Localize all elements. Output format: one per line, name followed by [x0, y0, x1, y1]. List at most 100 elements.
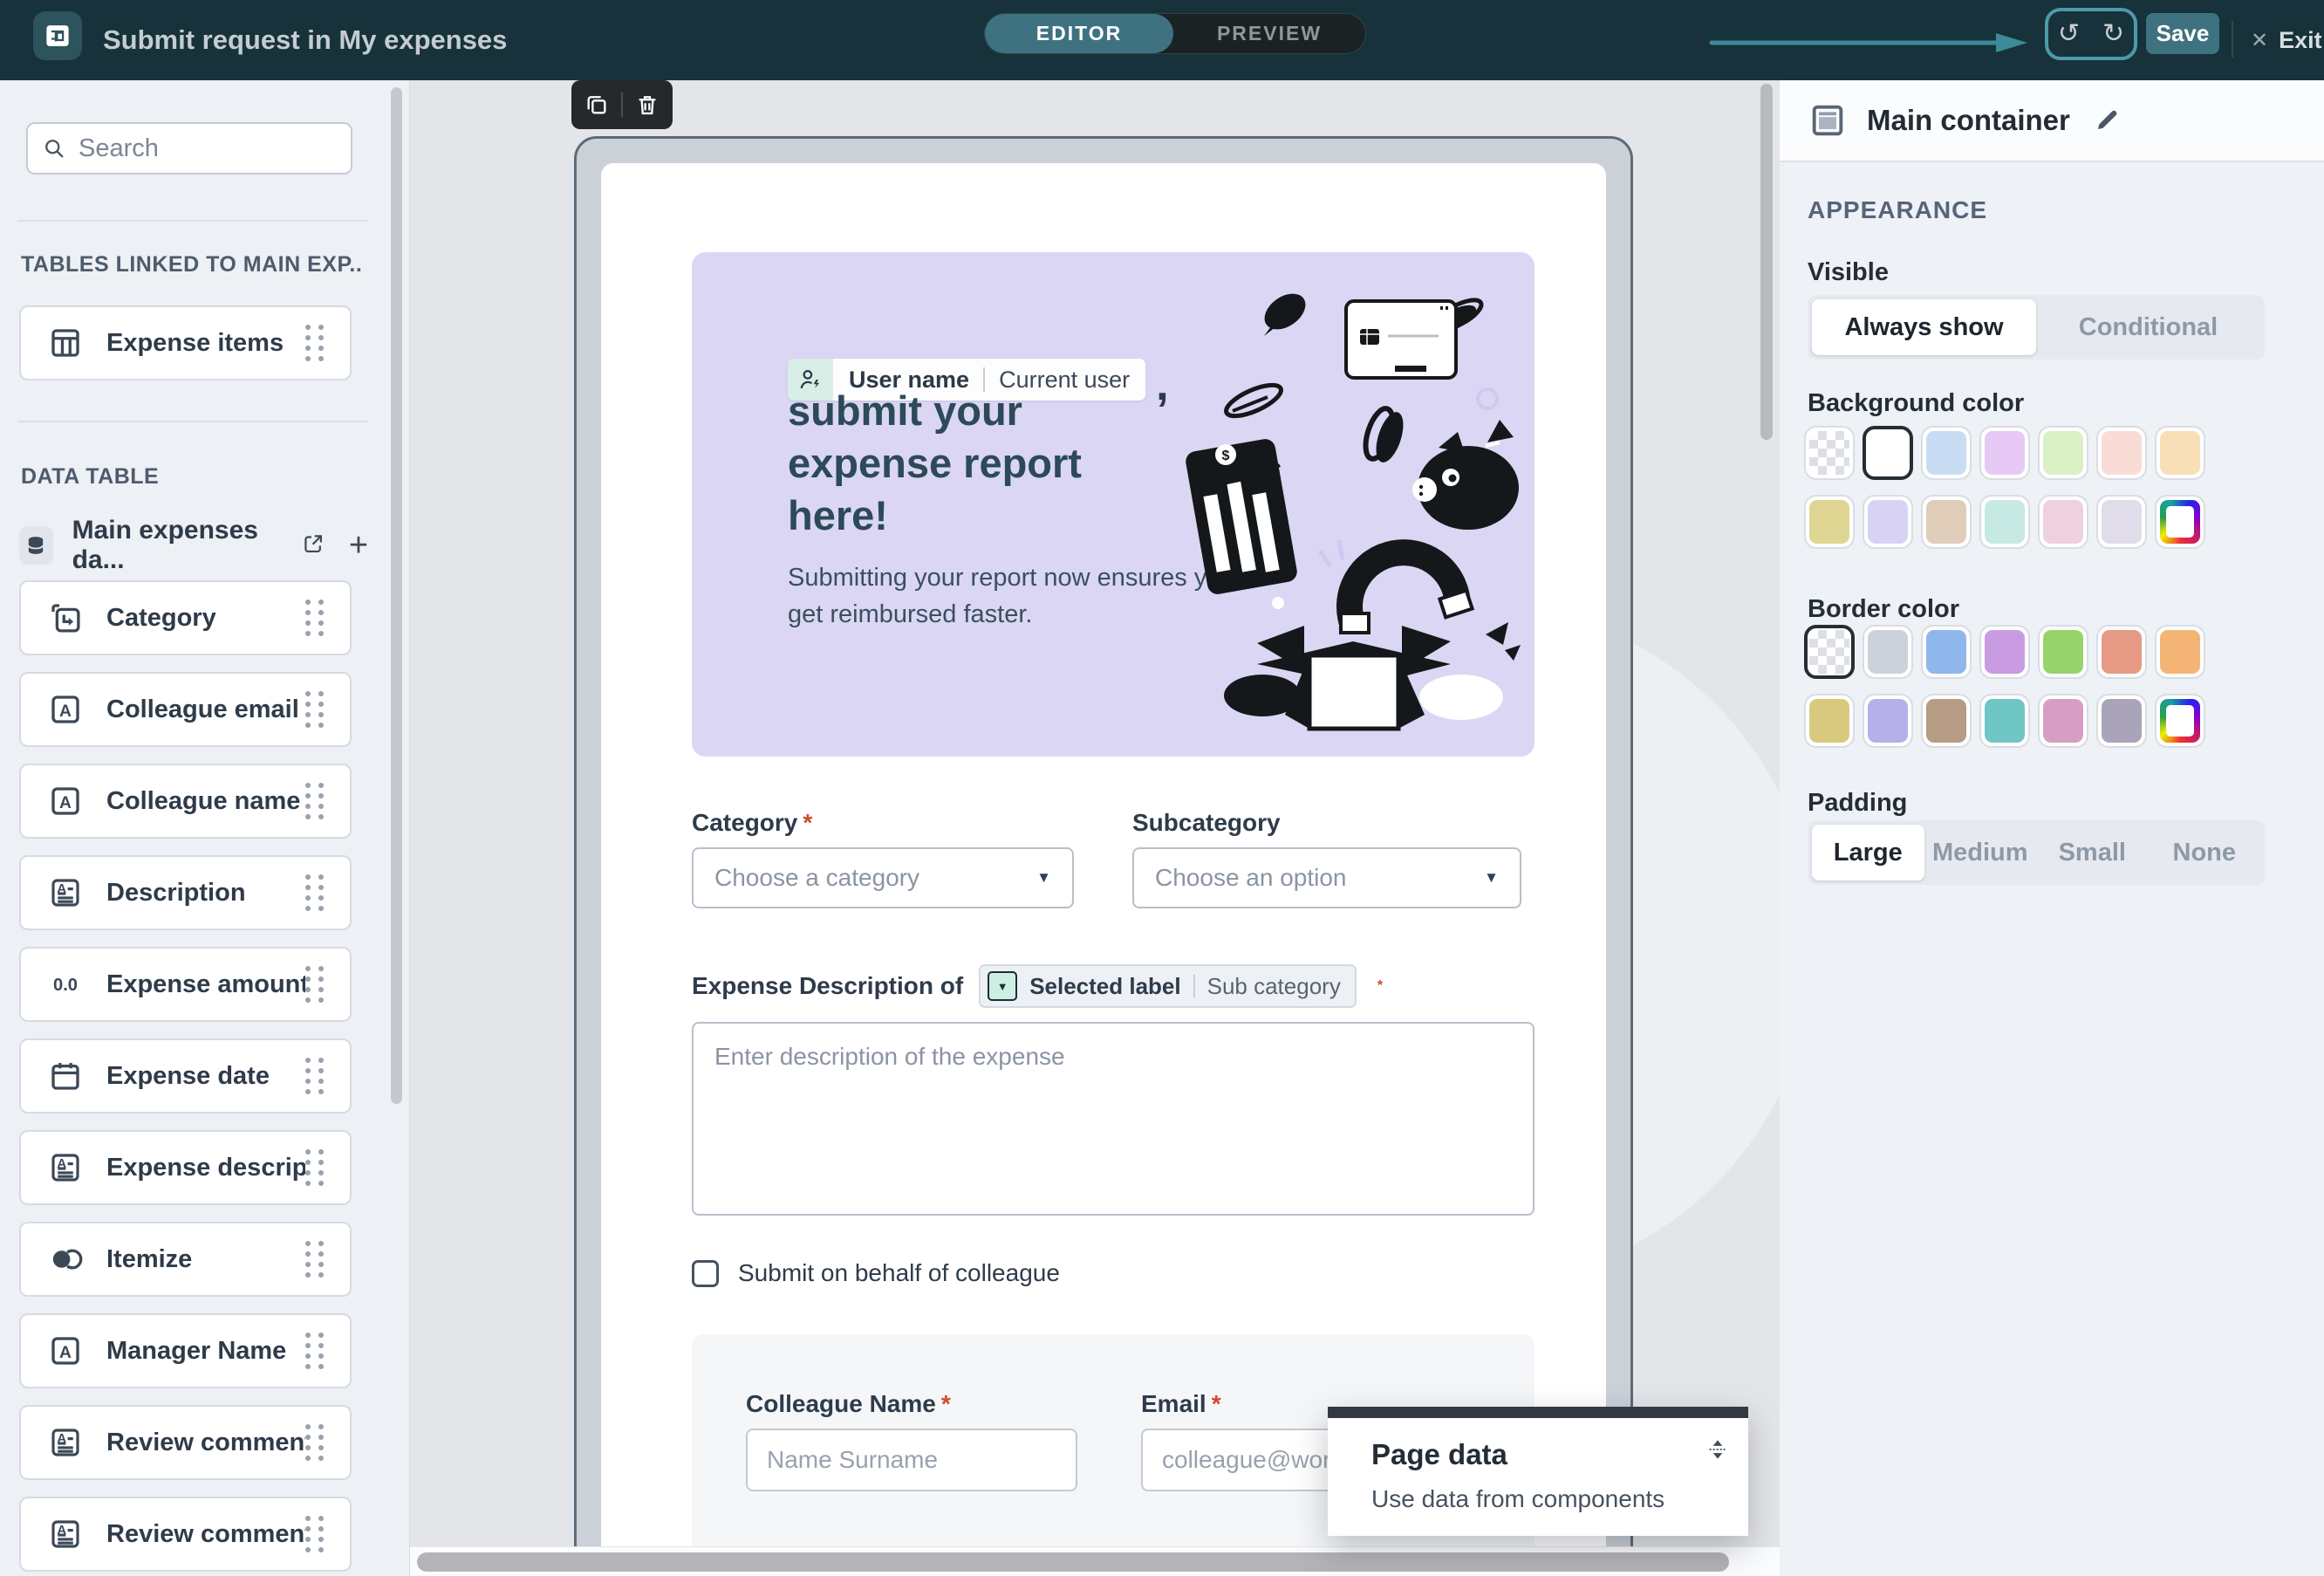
drag-handle-icon[interactable]: [305, 600, 324, 636]
background-swatch-e0dce9[interactable]: [2096, 495, 2147, 549]
border-swatch-custom[interactable]: [2155, 694, 2205, 748]
trash-icon[interactable]: [635, 93, 660, 117]
field-item-review-comment[interactable]: AReview comment...: [19, 1497, 352, 1572]
tab-preview[interactable]: PREVIEW: [1173, 14, 1365, 53]
border-swatch-transparent[interactable]: [1804, 625, 1855, 679]
canvas-horizontal-scrollbar[interactable]: [417, 1552, 1729, 1572]
checkbox[interactable]: [692, 1260, 719, 1287]
external-link-icon[interactable]: [302, 532, 325, 558]
visible-conditional[interactable]: Conditional: [2036, 299, 2260, 355]
element-toolbar: [571, 80, 673, 129]
border-swatch-b5b0ea[interactable]: [1863, 694, 1913, 748]
drag-handle-icon[interactable]: [305, 1333, 324, 1369]
description-textarea[interactable]: Enter description of the expense: [692, 1022, 1535, 1216]
page-data-popover[interactable]: Page data Use data from components: [1328, 1407, 1748, 1536]
behalf-checkbox-row: Submit on behalf of colleague: [692, 1259, 1060, 1287]
drag-handle-icon[interactable]: [305, 325, 324, 361]
border-swatch-c99ce2[interactable]: [1979, 625, 2030, 679]
exit-button[interactable]: ✕ Exit: [2251, 0, 2322, 80]
field-label: Category: [106, 604, 305, 633]
hero-comma: ,: [1156, 369, 1168, 401]
drag-handle-icon[interactable]: [305, 874, 324, 911]
field-item-manager-name[interactable]: AManager Name: [19, 1313, 352, 1388]
linked-table-expense-items[interactable]: Expense items: [19, 305, 352, 380]
redo-icon[interactable]: ↻: [2102, 21, 2124, 47]
background-swatch-f9dfb7[interactable]: [2155, 426, 2205, 480]
field-item-category[interactable]: Category: [19, 580, 352, 655]
drag-handle-icon[interactable]: [305, 966, 324, 1003]
border-swatch-b69b85[interactable]: [1921, 694, 1972, 748]
background-swatch-ffffff[interactable]: [1863, 426, 1913, 480]
field-item-description[interactable]: ADescription: [19, 855, 352, 930]
field-item-colleague-email[interactable]: AColleague email: [19, 672, 352, 747]
background-swatch-custom[interactable]: [2155, 495, 2205, 549]
add-field-button[interactable]: +: [349, 532, 368, 558]
border-swatch-97d36a[interactable]: [2038, 625, 2088, 679]
tab-editor[interactable]: EDITOR: [985, 14, 1173, 53]
border-swatch-8fb7ec[interactable]: [1921, 625, 1972, 679]
duplicate-icon[interactable]: [584, 93, 609, 117]
background-swatch-ded592[interactable]: [1804, 495, 1855, 549]
drag-handle-icon[interactable]: [305, 1058, 324, 1094]
subcategory-select[interactable]: Choose an option ▼: [1132, 847, 1521, 908]
field-item-expense-date[interactable]: Expense date: [19, 1038, 352, 1113]
search-input[interactable]: Search: [26, 122, 352, 175]
field-item-review-comment[interactable]: AReview comment...: [19, 1405, 352, 1480]
border-swatch-d69ec2[interactable]: [2038, 694, 2088, 748]
border-swatch-e69a86[interactable]: [2096, 625, 2147, 679]
border-swatch-70c5c5[interactable]: [1979, 694, 2030, 748]
category-select[interactable]: Choose a category ▼: [692, 847, 1074, 908]
padding-large[interactable]: Large: [1812, 825, 1924, 881]
drag-handle-icon[interactable]: [305, 1149, 324, 1186]
save-button[interactable]: Save: [2146, 13, 2219, 54]
field-item-expense-amount[interactable]: 0.0Expense amount: [19, 947, 352, 1022]
data-table-row[interactable]: Main expenses da... +: [19, 521, 368, 570]
border-swatch-d7ca7e[interactable]: [1804, 694, 1855, 748]
background-swatch-c7e9e3[interactable]: [1979, 495, 2030, 549]
background-swatch-e6c9f5[interactable]: [1979, 426, 2030, 480]
drag-handle-icon[interactable]: [305, 1516, 324, 1552]
colleague-name-input[interactable]: Name Surname: [746, 1429, 1077, 1491]
search-icon: [42, 136, 66, 161]
field-item-colleague-name[interactable]: AColleague name: [19, 764, 352, 839]
main-container-element[interactable]: User name Current user , submit your exp…: [574, 136, 1633, 1576]
background-swatch-daf0c5[interactable]: [2038, 426, 2088, 480]
drag-handle-icon[interactable]: [305, 1424, 324, 1461]
sidebar-scrollbar[interactable]: [391, 87, 402, 1104]
annotation-arrow: [1708, 31, 2033, 54]
description-data-chip[interactable]: ▼ Selected label Sub category: [979, 964, 1357, 1008]
background-swatch-f8dcd5[interactable]: [2096, 426, 2147, 480]
visible-toggle: Always show Conditional: [1808, 295, 2265, 360]
canvas-horizontal-scroll-track: [410, 1546, 1780, 1576]
background-swatch-dfcdb9[interactable]: [1921, 495, 1972, 549]
background-swatch-d8d3f5[interactable]: [1863, 495, 1913, 549]
canvas-vertical-scrollbar[interactable]: [1760, 84, 1773, 440]
undo-icon[interactable]: ↺: [2058, 21, 2080, 47]
hero-banner[interactable]: User name Current user , submit your exp…: [692, 252, 1535, 757]
drag-handle-icon[interactable]: [305, 1241, 324, 1278]
border-color-label: Border color: [1808, 595, 1959, 624]
appearance-header: APPEARANCE: [1808, 196, 1987, 224]
background-swatch-transparent[interactable]: [1804, 426, 1855, 480]
padding-small[interactable]: Small: [2036, 825, 2149, 881]
edit-pencil-icon[interactable]: [2093, 106, 2121, 134]
field-item-expense-descripti[interactable]: AExpense descripti...: [19, 1130, 352, 1205]
field-label: Manager Name: [106, 1337, 305, 1366]
background-swatch-eed0de[interactable]: [2038, 495, 2088, 549]
border-swatch-f4b475[interactable]: [2155, 625, 2205, 679]
chip-divider: [1193, 975, 1195, 997]
svg-text:A: A: [59, 702, 72, 721]
form-card: User name Current user , submit your exp…: [601, 163, 1606, 1576]
field-item-itemize[interactable]: Itemize: [19, 1222, 352, 1297]
drag-handle-icon[interactable]: [305, 783, 324, 819]
border-swatch-aaa4ba[interactable]: [2096, 694, 2147, 748]
border-swatch-ccd2da[interactable]: [1863, 625, 1913, 679]
background-swatch-c8ddf4[interactable]: [1921, 426, 1972, 480]
padding-toggle: LargeMediumSmallNone: [1808, 820, 2265, 885]
visible-always-show[interactable]: Always show: [1812, 299, 2036, 355]
colleague-name-placeholder: Name Surname: [767, 1446, 938, 1474]
drag-handle-icon[interactable]: [305, 691, 324, 728]
chevron-down-icon: ▼: [1484, 869, 1499, 887]
padding-medium[interactable]: Medium: [1924, 825, 2037, 881]
padding-none[interactable]: None: [2149, 825, 2261, 881]
